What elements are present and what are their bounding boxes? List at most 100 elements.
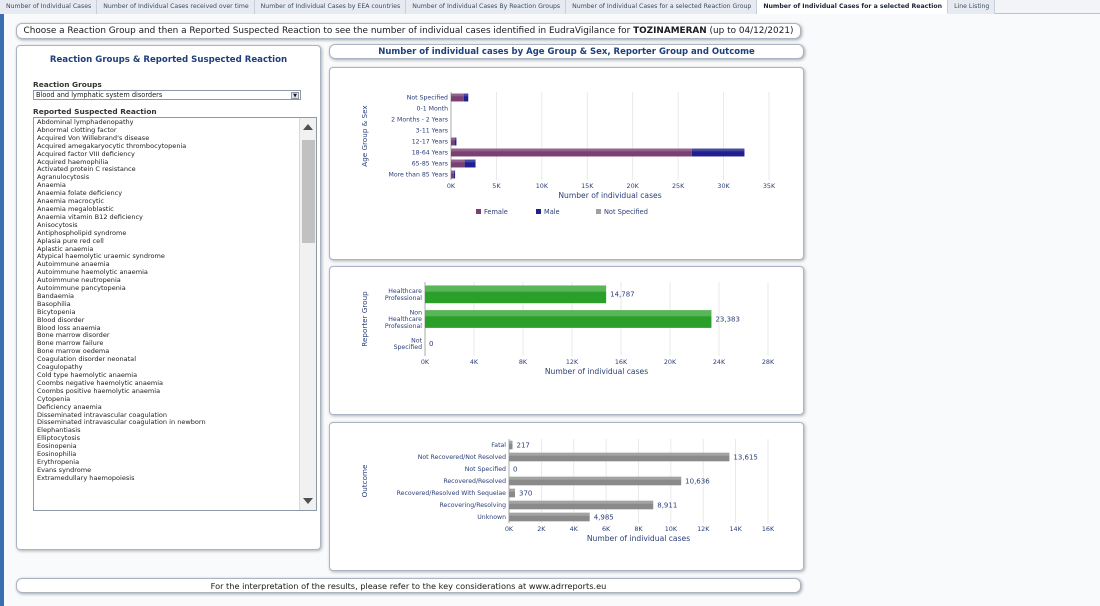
category-label: Fatal	[491, 442, 506, 449]
reporter-chart-panel: 0K 4K 8K 12K 16K 20K 24K 28K Number of individua…	[329, 266, 804, 415]
x-tick-label: 16K	[762, 525, 775, 533]
bar-highlight	[451, 170, 454, 174]
x-axis-title: Number of individual cases	[545, 367, 648, 376]
bar-highlight	[425, 285, 607, 292]
footer-note: For the interpretation of the results, p…	[16, 578, 801, 593]
tab-4[interactable]: Number of Individual Cases for a selecte…	[566, 0, 758, 14]
tab-1[interactable]: Number of Individual Cases received over…	[97, 0, 255, 14]
age-sex-chart: 0K 5K 10K 15K 20K 25K 30K 35K Number of individu…	[360, 92, 776, 216]
data-label: 8,911	[657, 501, 677, 509]
bar-highlight	[451, 93, 464, 97]
reaction-list-item[interactable]: Bandaemia	[34, 292, 316, 301]
reaction-list-item[interactable]: Autoimmune pancytopenia	[34, 284, 316, 293]
x-tick-label: 16K	[615, 358, 628, 366]
header-text-before: Choose a Reaction Group and then a Repor…	[23, 26, 634, 36]
x-tick-label: 24K	[713, 358, 726, 366]
category-label: More than 85 Years	[389, 172, 449, 179]
reaction-list-item[interactable]: Agranulocytosis	[34, 173, 316, 182]
category-label: Recovered/Resolved With Sequelae	[397, 490, 507, 497]
legend-label: Female	[484, 208, 508, 216]
reaction-listbox[interactable]: Abdominal lymphadenopathy Abnormal clotti…	[33, 117, 317, 511]
tab-6[interactable]: Line Listing	[948, 0, 996, 14]
data-label: 4,985	[594, 513, 614, 521]
legend-swatch	[596, 209, 601, 214]
reaction-list-item[interactable]: Basophilia	[34, 300, 316, 309]
outcome-chart-panel: 0K 2K 4K 6K 8K 10K 12K 14K 16K Number of individu…	[329, 422, 804, 571]
data-label: 0	[429, 340, 433, 348]
legend-swatch	[536, 209, 541, 214]
category-label: Unknown	[477, 514, 506, 521]
scroll-thumb[interactable]	[302, 140, 315, 243]
header-product-name: TOZINAMERAN	[633, 26, 707, 36]
category-label: 3-11 Years	[416, 128, 448, 135]
reaction-selection-panel: Reaction Groups & Reported Suspected Rea…	[16, 45, 321, 550]
y-axis-title: Reporter Group	[360, 291, 369, 347]
x-tick-label: 14K	[729, 525, 742, 533]
x-tick-label: 10K	[536, 182, 549, 190]
x-axis-title: Number of individual cases	[587, 534, 690, 543]
x-tick-label: 0K	[447, 182, 456, 190]
tab-3[interactable]: Number of Individual Cases By Reaction G…	[406, 0, 567, 14]
header-instructions: Choose a Reaction Group and then a Repor…	[16, 23, 801, 39]
x-tick-label: 35K	[763, 182, 776, 190]
age-sex-chart-panel: 0K 5K 10K 15K 20K 25K 30K 35K Number of individu…	[329, 67, 804, 260]
x-tick-label: 15K	[581, 182, 594, 190]
data-label: 0	[513, 465, 517, 473]
tab-0[interactable]: Number of Individual Cases	[0, 0, 98, 14]
x-tick-label: 4K	[470, 358, 479, 366]
reaction-group-selected-value: Blood and lymphatic system disorders	[36, 91, 163, 99]
data-label: 217	[517, 441, 530, 449]
x-tick-label: 5K	[492, 182, 501, 190]
reported-reaction-label: Reported Suspected Reaction	[33, 107, 157, 116]
bar-highlight	[509, 512, 590, 516]
y-axis-title: Age Group & Sex	[360, 105, 369, 167]
category-label: Not Specified	[394, 337, 423, 351]
chevron-down-icon[interactable]: ▼	[291, 92, 299, 99]
category-label: Recovering/Resolving	[440, 502, 507, 509]
tab-2[interactable]: Number of Individual Cases by EEA countr…	[254, 0, 407, 14]
bar-highlight	[464, 159, 476, 163]
data-label: 10,636	[685, 477, 710, 485]
x-tick-label: 10K	[665, 525, 678, 533]
category-label: Not Specified	[465, 466, 506, 473]
bar-highlight	[454, 137, 457, 141]
header-text-after: (up to 04/12/2021)	[706, 26, 794, 36]
bar-highlight	[463, 93, 469, 97]
bar-highlight	[451, 148, 692, 152]
category-label: Non Healthcare Professional	[385, 309, 422, 330]
scroll-up-arrow-icon[interactable]	[303, 124, 313, 130]
bar-highlight	[425, 310, 712, 317]
scroll-down-arrow-icon[interactable]	[303, 498, 313, 504]
x-tick-label: 28K	[762, 358, 775, 366]
reaction-panel-title: Reaction Groups & Reported Suspected Rea…	[49, 55, 288, 65]
bar-highlight	[509, 452, 730, 456]
y-axis-title: Outcome	[360, 464, 369, 497]
x-tick-label: 20K	[664, 358, 677, 366]
x-tick-label: 0K	[505, 525, 514, 533]
x-tick-label: 25K	[672, 182, 685, 190]
charts-title-bar: Number of individual cases by Age Group …	[329, 44, 804, 59]
bar-highlight	[509, 488, 515, 492]
x-axis-title: Number of individual cases	[558, 191, 661, 200]
outcome-chart: 0K 2K 4K 6K 8K 10K 12K 14K 16K Number of individu…	[360, 439, 775, 543]
category-label: Healthcare Professional	[385, 288, 422, 302]
tab-5[interactable]: Number of Individual Cases for a selecte…	[757, 0, 949, 14]
bar-highlight	[509, 500, 654, 504]
reaction-list-item[interactable]: Extramedullary haemopoiesis	[34, 474, 316, 483]
data-label: 13,615	[733, 453, 758, 461]
reaction-list-item[interactable]: Eosinopenia	[34, 442, 316, 451]
reaction-groups-label: Reaction Groups	[33, 80, 102, 89]
listbox-scrollbar[interactable]	[299, 118, 316, 510]
x-tick-label: 6K	[602, 525, 611, 533]
legend-label: Not Specified	[604, 208, 648, 216]
category-label: 18-64 Years	[412, 150, 448, 157]
reaction-list-item[interactable]: Coombs positive haemolytic anaemia	[34, 387, 316, 396]
bar-highlight	[451, 137, 455, 141]
bar-highlight	[451, 159, 465, 163]
tab-bar: Number of Individual Cases Number of Indi…	[0, 0, 1100, 14]
data-label: 370	[519, 489, 532, 497]
category-label: 2 Months - 2 Years	[391, 117, 448, 124]
x-tick-label: 8K	[519, 358, 528, 366]
x-tick-label: 12K	[697, 525, 710, 533]
reaction-group-dropdown[interactable]: Blood and lymphatic system disorders ▼	[33, 90, 301, 100]
